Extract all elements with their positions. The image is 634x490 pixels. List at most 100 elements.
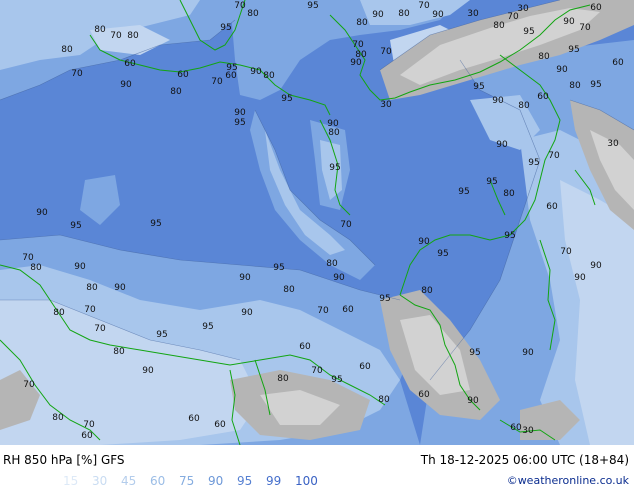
contour-label: 95 (202, 322, 213, 332)
footer: RH 850 hPa [%] GFS Th 18-12-2025 06:00 U… (0, 445, 634, 490)
contour-label: 70 (22, 253, 34, 263)
contour-label: 80 (328, 128, 340, 138)
contour-label: 95 (486, 177, 497, 187)
contour-label: 80 (421, 286, 433, 296)
contour-label: 80 (538, 52, 550, 62)
contour-label: 90 (333, 273, 345, 283)
contour-label: 70 (352, 40, 364, 50)
contour-label: 80 (378, 395, 390, 405)
contour-label: 90 (36, 208, 48, 218)
contour-label: 80 (61, 45, 73, 55)
contour-label: 95 (528, 158, 539, 168)
contour-label: 80 (113, 347, 125, 357)
contour-label: 80 (86, 283, 98, 293)
contour-label: 80 (283, 285, 295, 295)
legend-level-30: 30 (92, 474, 108, 488)
contour-label: 30 (467, 9, 479, 19)
contour-label: 90 (432, 10, 444, 20)
contour-label: 90 (350, 58, 362, 68)
contour-label: 95 (469, 348, 480, 358)
contour-label: 80 (398, 9, 410, 19)
contour-label: 80 (247, 9, 259, 19)
contour-label: 70 (83, 420, 95, 430)
contour-label: 80 (170, 87, 182, 97)
rh-map[interactable]: 70 80 95 90 80 70 90 30 80 70 30 90 70 60 80 70 80 80 60 70… (0, 0, 634, 446)
contour-label: 80 (356, 18, 368, 28)
contour-label: 70 (311, 366, 323, 376)
legend-level-45: 45 (121, 474, 137, 488)
legend-level-100: 100 (295, 474, 318, 488)
contour-label: 95 (156, 330, 167, 340)
contour-label: 70 (23, 380, 35, 390)
contour-label: 80 (52, 413, 64, 423)
contour-label: 90 (574, 273, 586, 283)
contour-label: 80 (493, 21, 505, 31)
contour-label: 95 (473, 82, 484, 92)
contour-label: 90 (372, 10, 384, 20)
legend-level-95: 95 (237, 474, 253, 488)
contour-label: 60 (225, 71, 237, 81)
contour-label: 90 (556, 65, 568, 75)
legend-level-99: 99 (266, 474, 282, 488)
legend-level-75: 75 (179, 474, 195, 488)
contour-label: 95 (379, 294, 390, 304)
site-credit[interactable]: ©weatheronline.co.uk (507, 474, 629, 487)
contour-label: 60 (299, 342, 311, 352)
contour-label: 70 (340, 220, 352, 230)
contour-label: 90 (74, 262, 86, 272)
contour-label: 90 (496, 140, 508, 150)
contour-label: 90 (563, 17, 575, 27)
contour-label: 70 (234, 1, 246, 11)
contour-label: 90 (467, 396, 479, 406)
forecast-datetime: Th 18-12-2025 06:00 UTC (18+84) (420, 453, 629, 467)
contour-label: 60 (537, 92, 549, 102)
contour-label: 90 (234, 108, 246, 118)
contour-label: 95 (568, 45, 579, 55)
contour-label: 30 (522, 426, 534, 436)
contour-label: 80 (503, 189, 515, 199)
contour-label: 70 (71, 69, 83, 79)
contour-label: 95 (331, 375, 342, 385)
contour-label: 95 (307, 1, 318, 11)
contour-label: 60 (214, 420, 226, 430)
contour-label: 30 (517, 4, 529, 14)
map-canvas: 70809590 807090 308070309070608070 80806070… (0, 0, 634, 446)
contour-label: 90 (142, 366, 154, 376)
contour-label: 80 (277, 374, 289, 384)
contour-label: 95 (590, 80, 601, 90)
contour-label: 90 (418, 237, 430, 247)
contour-label: 70 (579, 23, 591, 33)
contour-label: 70 (560, 247, 572, 257)
contour-label: 60 (510, 423, 522, 433)
color-legend: 15 30 45 60 75 90 95 99 100 (63, 474, 324, 488)
contour-label: 70 (110, 31, 122, 41)
contour-label: 90 (492, 96, 504, 106)
contour-label: 60 (342, 305, 354, 315)
legend-level-15: 15 (63, 474, 79, 488)
contour-label: 80 (569, 81, 581, 91)
contour-label: 95 (220, 23, 231, 33)
contour-label: 70 (380, 47, 392, 57)
contour-label: 80 (94, 25, 106, 35)
map-title: RH 850 hPa [%] GFS (3, 453, 125, 467)
contour-label: 95 (234, 118, 245, 128)
contour-label: 60 (546, 202, 558, 212)
contour-label: 70 (94, 324, 106, 334)
contour-label: 90 (522, 348, 534, 358)
contour-label: 95 (70, 221, 81, 231)
legend-level-90: 90 (208, 474, 224, 488)
contour-label: 80 (326, 259, 338, 269)
contour-label: 60 (590, 3, 602, 13)
contour-label: 90 (590, 261, 602, 271)
contour-label: 95 (523, 27, 534, 37)
legend-level-60: 60 (150, 474, 166, 488)
contour-label: 70 (84, 305, 96, 315)
contour-label: 90 (250, 67, 262, 77)
contour-label: 70 (211, 77, 223, 87)
contour-label: 90 (120, 80, 132, 90)
contour-label: 70 (418, 1, 430, 11)
contour-label: 70 (548, 151, 560, 161)
contour-label: 80 (30, 263, 42, 273)
contour-label: 80 (518, 101, 530, 111)
contour-label: 95 (458, 187, 469, 197)
